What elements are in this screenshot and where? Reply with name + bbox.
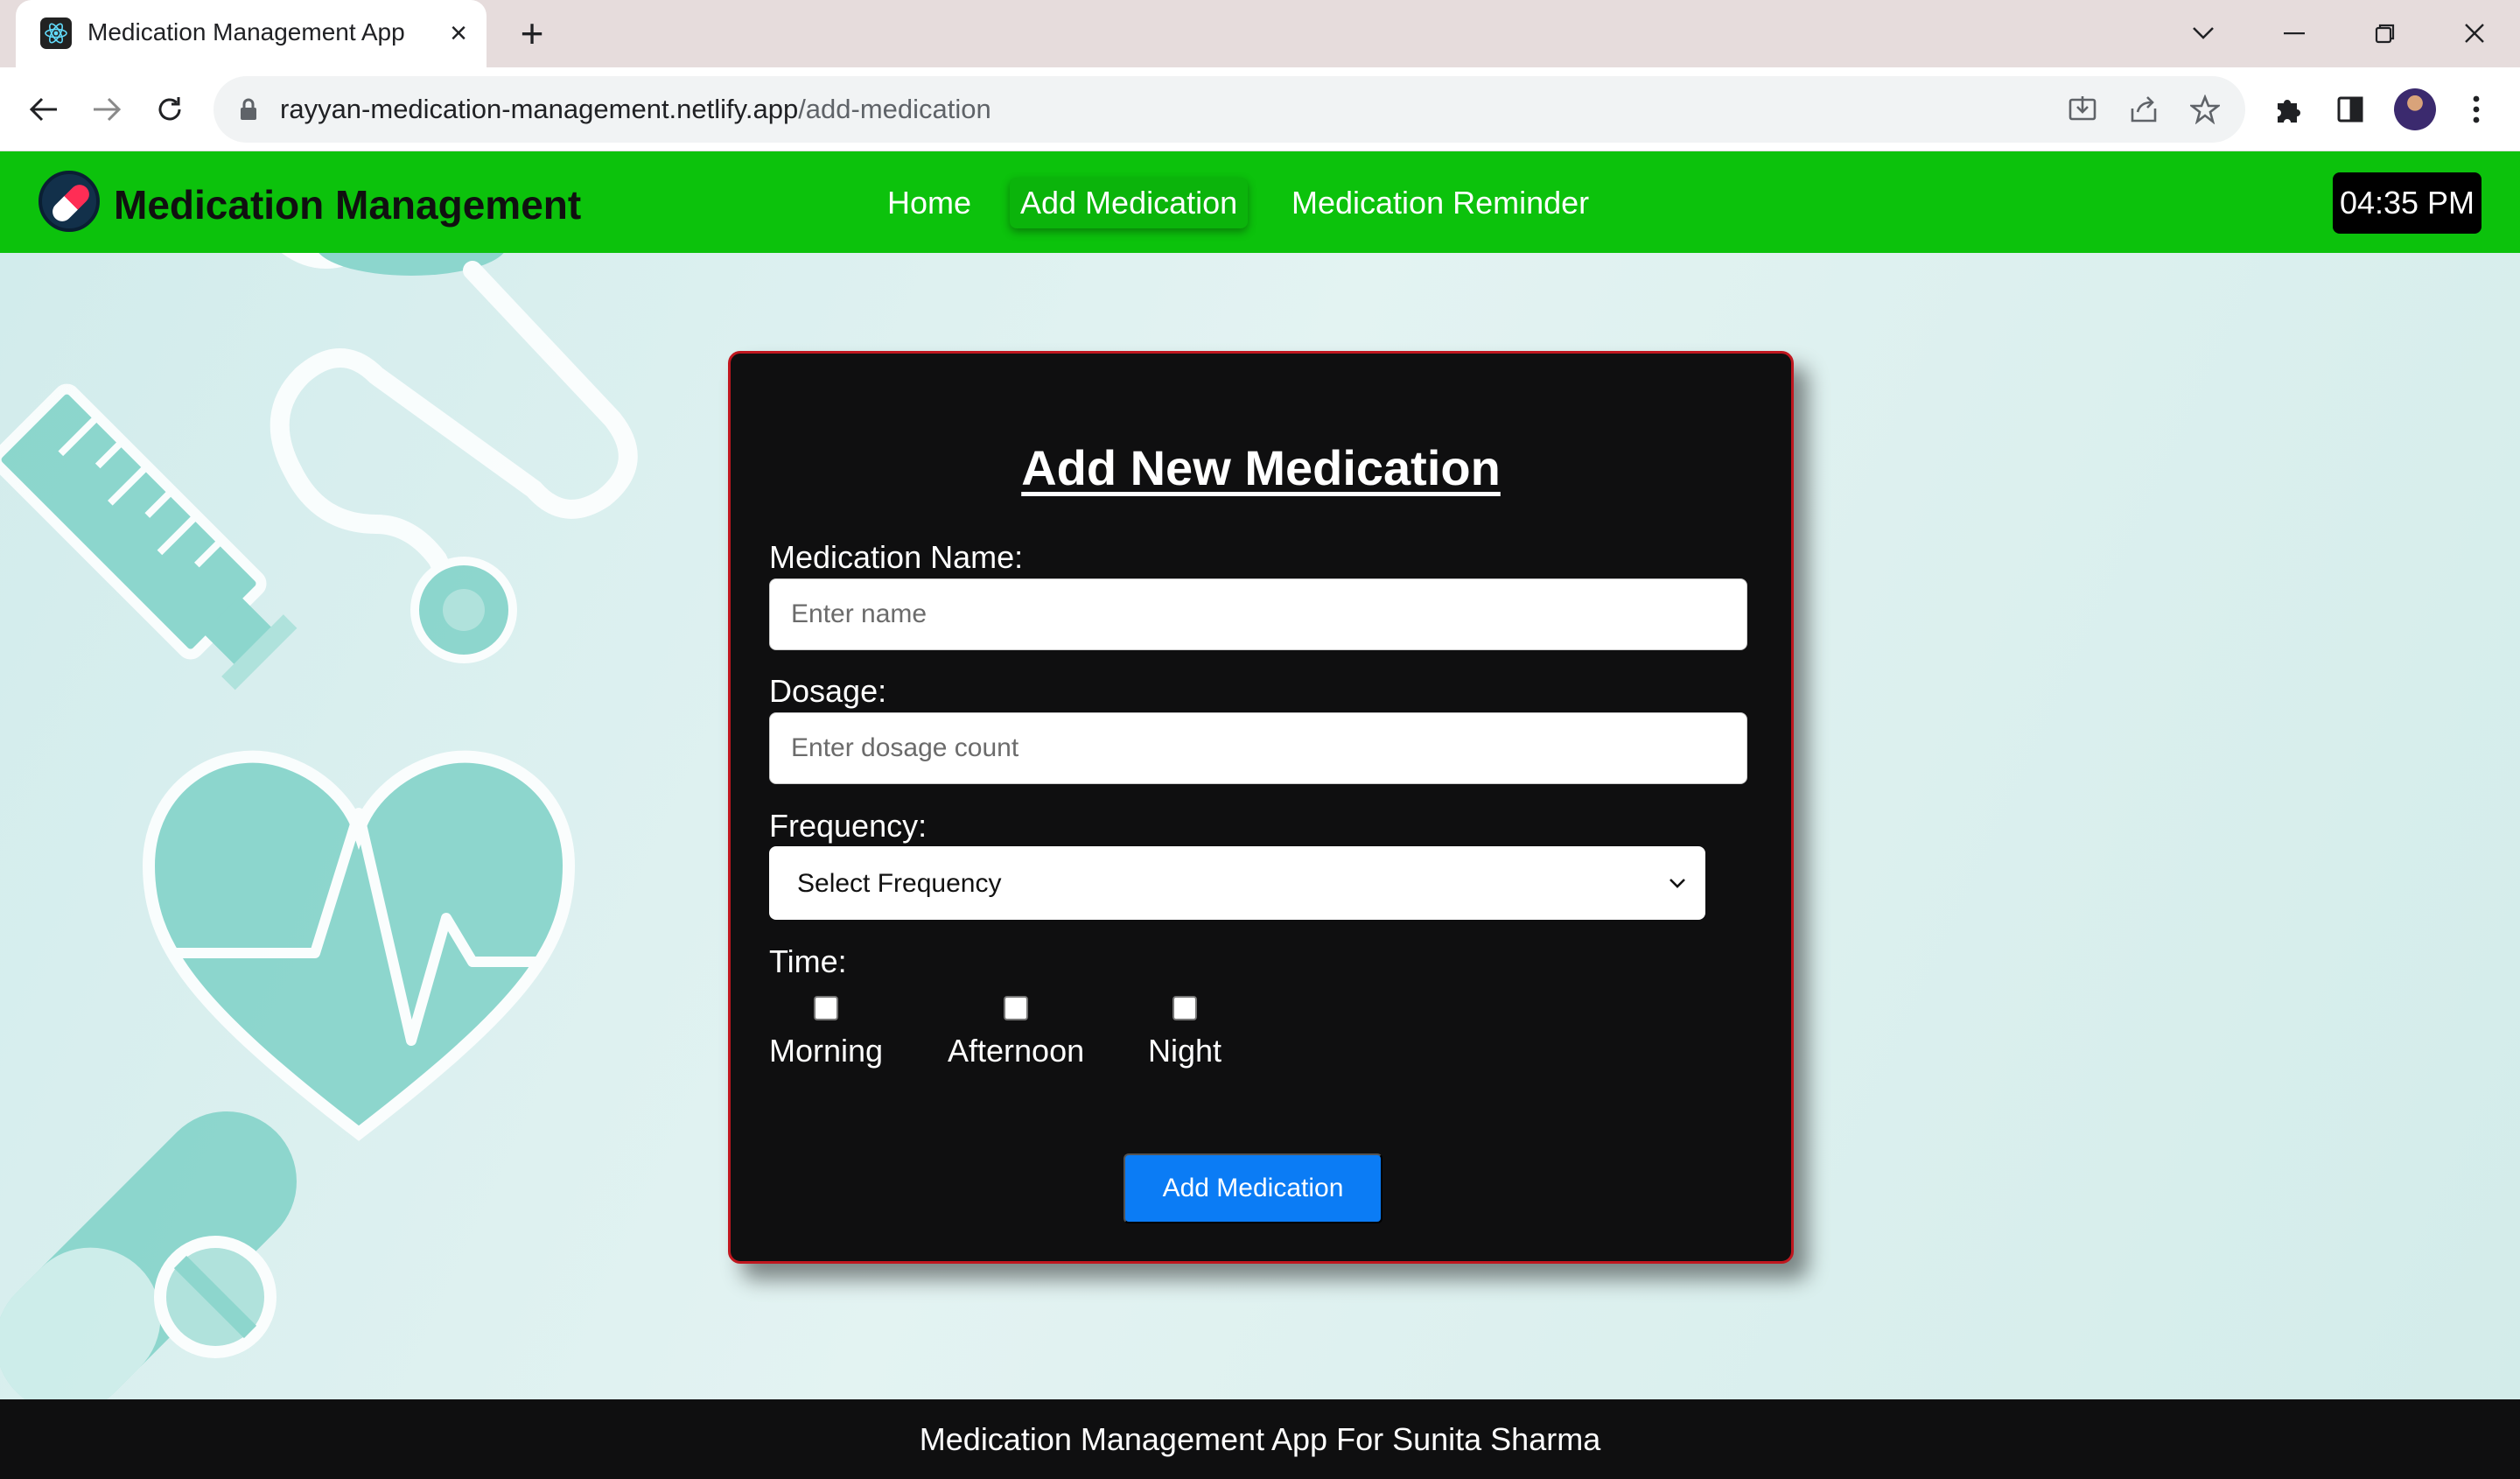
minimize-icon[interactable] [2270, 9, 2319, 58]
form-title: Add New Medication [1021, 440, 1501, 495]
afternoon-label[interactable]: Afternoon [948, 1033, 1084, 1069]
restore-icon[interactable] [2361, 9, 2410, 58]
new-tab-icon[interactable]: + [511, 11, 553, 56]
profile-avatar[interactable] [2394, 88, 2436, 130]
address-bar[interactable]: rayyan-medication-management.netlify.app… [214, 76, 2245, 143]
medication-name-input[interactable] [769, 578, 1747, 650]
night-checkbox[interactable] [1172, 996, 1198, 1020]
side-panel-icon[interactable] [2326, 85, 2375, 134]
react-favicon-icon [40, 18, 72, 49]
pill-logo-icon[interactable] [38, 171, 100, 232]
frequency-select[interactable]: Select Frequency [769, 846, 1705, 920]
lock-icon[interactable] [236, 97, 261, 122]
time-option-morning: Morning [769, 996, 883, 1069]
chevron-down-icon [1670, 879, 1685, 888]
medication-name-label: Medication Name: [769, 539, 1024, 575]
medical-decoration-illustration [0, 253, 638, 1399]
morning-label[interactable]: Morning [769, 1033, 883, 1069]
frequency-label: Frequency: [769, 808, 928, 844]
add-medication-submit-button[interactable]: Add Medication [1124, 1153, 1382, 1223]
time-option-afternoon: Afternoon [948, 996, 1084, 1069]
reload-icon[interactable] [145, 85, 194, 134]
url-path: /add-medication [798, 94, 991, 124]
time-label: Time: [769, 943, 847, 979]
back-arrow-icon[interactable] [19, 85, 68, 134]
tab-search-chevron-icon[interactable] [2179, 9, 2228, 58]
nav-add-medication-link[interactable]: Add Medication [1010, 178, 1249, 228]
browser-tab-strip: Medication Management App × + [0, 0, 2520, 67]
morning-checkbox[interactable] [814, 996, 839, 1020]
tab-close-icon[interactable]: × [439, 14, 478, 53]
footer-text: Medication Management App For Sunita Sha… [919, 1420, 1601, 1457]
dosage-label: Dosage: [769, 673, 887, 709]
nav-home-link[interactable]: Home [877, 178, 982, 228]
browser-toolbar: rayyan-medication-management.netlify.app… [0, 67, 2520, 151]
browser-menu-icon[interactable] [2452, 85, 2501, 134]
brand-title[interactable]: Medication Management [114, 181, 581, 228]
afternoon-checkbox[interactable] [1004, 996, 1029, 1020]
nav-medication-reminder-link[interactable]: Medication Reminder [1281, 178, 1600, 228]
close-window-icon[interactable] [2450, 9, 2499, 58]
forward-arrow-icon[interactable] [82, 85, 131, 134]
url-host: rayyan-medication-management.netlify.app [280, 94, 799, 124]
url-text: rayyan-medication-management.netlify.app… [280, 94, 991, 125]
browser-tab[interactable]: Medication Management App × [16, 0, 486, 67]
frequency-selected-value: Select Frequency [797, 869, 1002, 898]
app-footer: Medication Management App For Sunita Sha… [0, 1399, 2520, 1479]
night-label[interactable]: Night [1148, 1033, 1222, 1069]
extensions-puzzle-icon[interactable] [2263, 85, 2312, 134]
clock-display: 04:35 PM [2333, 172, 2482, 234]
share-icon[interactable] [2126, 92, 2161, 127]
bookmark-star-icon[interactable] [2188, 92, 2222, 127]
install-app-icon[interactable] [2065, 92, 2100, 127]
time-option-night: Night [1148, 996, 1222, 1069]
add-medication-form-card: Add New Medication Medication Name: Dosa… [728, 351, 1794, 1264]
tab-title: Medication Management App [88, 18, 405, 46]
app-navbar: Medication Management Home Add Medicatio… [0, 151, 2520, 253]
dosage-input[interactable] [769, 712, 1747, 784]
